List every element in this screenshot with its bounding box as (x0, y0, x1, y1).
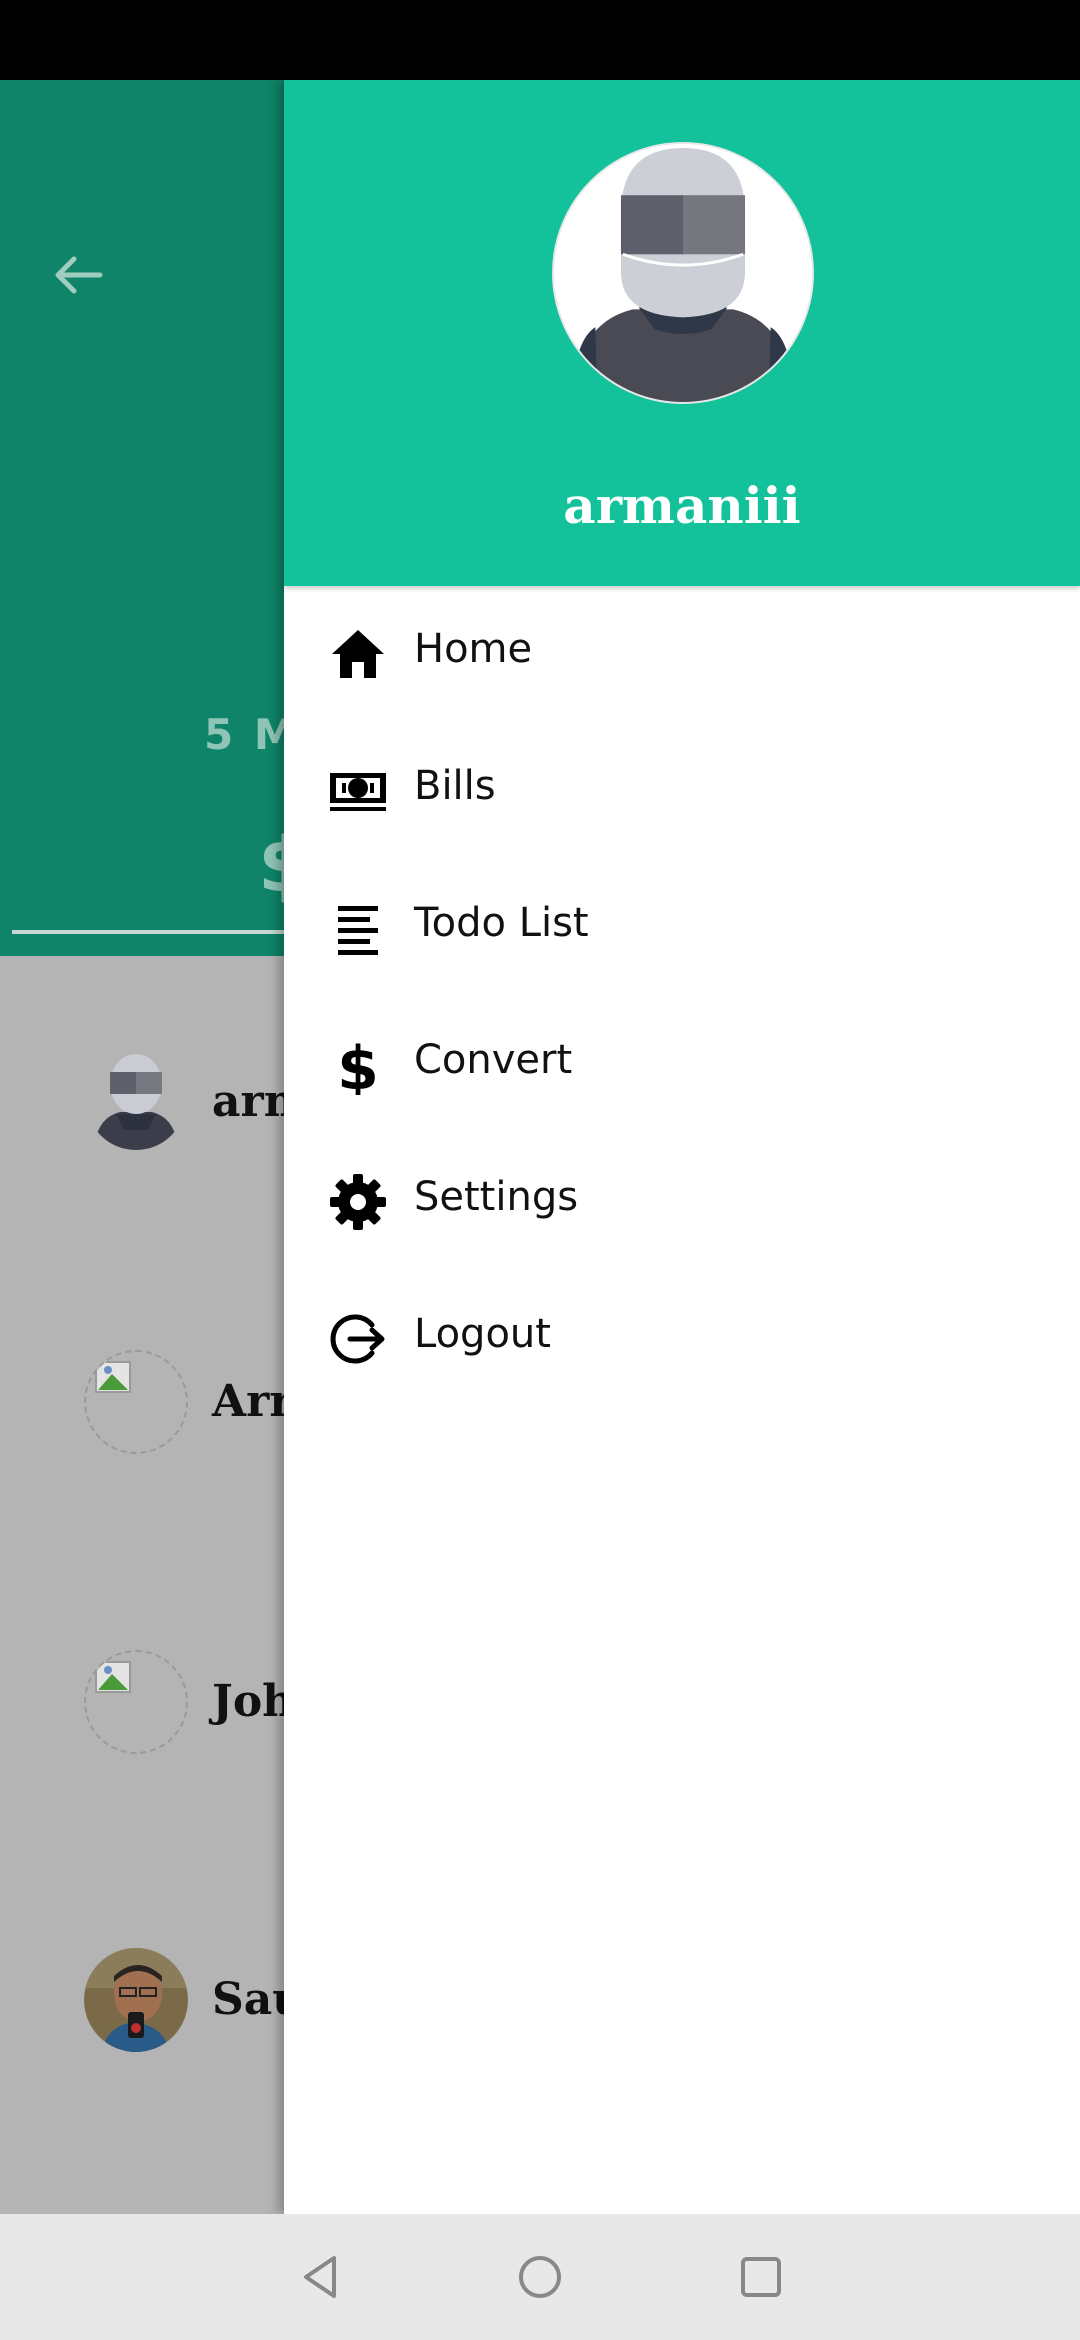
menu-item-home[interactable]: Home (284, 586, 1080, 723)
nav-back-icon[interactable] (296, 2252, 346, 2302)
nav-home-icon[interactable] (515, 2252, 565, 2302)
status-bar (0, 0, 1080, 80)
home-icon (332, 630, 384, 678)
menu-item-label: Settings (414, 1174, 579, 1220)
dollar-icon: $ (337, 1035, 379, 1095)
drawer-menu: Home Bills Todo List $ Convert Settings … (284, 586, 1080, 1408)
logout-icon (330, 1314, 385, 1364)
list-item-name: Arr (212, 1376, 293, 1427)
menu-item-label: Logout (414, 1311, 551, 1357)
broken-image-icon (84, 1350, 188, 1454)
drawer-header: armaniii (284, 80, 1080, 586)
svg-text:$: $ (337, 1035, 379, 1095)
back-arrow-icon[interactable] (48, 250, 108, 300)
helmet-avatar-icon[interactable] (552, 142, 814, 404)
app-screen: 5 M $ arm Arr (0, 0, 1080, 2340)
list-item-name: Joh (212, 1676, 295, 1727)
photo-avatar-icon (84, 1948, 188, 2052)
menu-item-logout[interactable]: Logout (284, 1271, 1080, 1408)
menu-item-label: Home (414, 626, 533, 672)
menu-item-todo-list[interactable]: Todo List (284, 860, 1080, 997)
todo-list-icon (338, 906, 378, 955)
nav-recents-icon[interactable] (736, 2252, 786, 2302)
navigation-drawer: armaniii Home Bills Todo List $ Convert … (284, 80, 1080, 2214)
menu-item-bills[interactable]: Bills (284, 723, 1080, 860)
menu-item-label: Todo List (414, 900, 589, 946)
menu-item-label: Bills (414, 763, 496, 809)
menu-item-convert[interactable]: $ Convert (284, 997, 1080, 1134)
menu-item-settings[interactable]: Settings (284, 1134, 1080, 1271)
menu-item-label: Convert (414, 1037, 573, 1083)
profile-username: armaniii (563, 476, 801, 535)
gear-icon (330, 1174, 386, 1230)
bills-icon (330, 773, 386, 811)
system-navigation-bar (0, 2214, 1080, 2340)
broken-image-icon (84, 1650, 188, 1754)
helmet-avatar-icon (86, 1050, 186, 1150)
